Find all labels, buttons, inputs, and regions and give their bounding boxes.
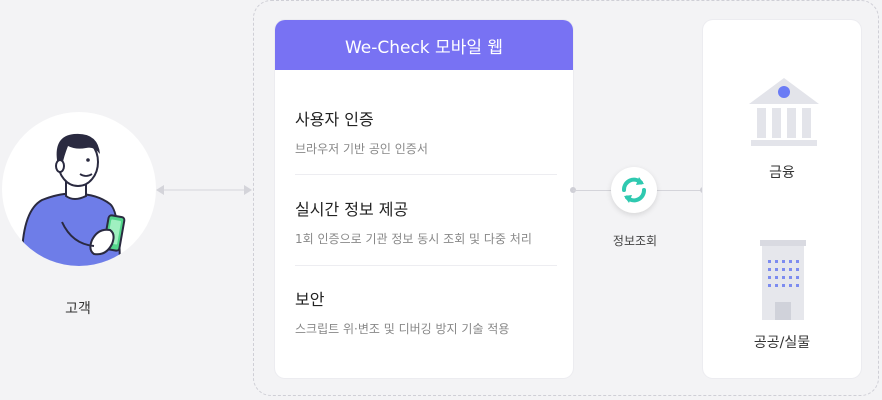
feature-title: 실시간 정보 제공 xyxy=(295,200,409,219)
divider xyxy=(295,265,557,266)
feature-title: 사용자 인증 xyxy=(295,110,374,129)
customer-avatar xyxy=(2,112,156,266)
mobile-web-card: We-Check 모바일 웹 사용자 인증 브라우저 기반 공인 인증서 실시간… xyxy=(275,20,573,378)
person-with-phone-icon xyxy=(20,133,126,266)
feature-desc: 스크립트 위·변조 및 디버깅 방지 기술 적용 xyxy=(295,322,510,336)
institution-finance-label: 금융 xyxy=(769,165,795,181)
feature-desc: 1회 인증으로 기관 정보 동시 조회 및 다중 처리 xyxy=(295,232,532,246)
bidirectional-arrow-icon xyxy=(156,185,252,195)
feature-user-auth: 사용자 인증 브라우저 기반 공인 인증서 xyxy=(295,106,557,157)
refresh-icon xyxy=(622,177,646,203)
feature-desc: 브라우저 기반 공인 인증서 xyxy=(295,142,428,156)
customer-label: 고객 xyxy=(65,301,91,317)
mobile-web-title: We-Check 모바일 웹 xyxy=(275,20,573,70)
feature-realtime-info: 실시간 정보 제공 1회 인증으로 기관 정보 동시 조회 및 다중 처리 xyxy=(295,196,557,247)
feature-security: 보안 스크립트 위·변조 및 디버깅 방지 기술 적용 xyxy=(295,286,557,337)
institution-public-label: 공공/실물 xyxy=(753,335,811,351)
connector-line xyxy=(573,190,611,191)
institutions-card: 금융 공공/실물 xyxy=(703,20,861,378)
divider xyxy=(295,174,557,175)
sync-node xyxy=(611,167,657,213)
connector-line xyxy=(657,190,703,191)
building-icon xyxy=(760,240,806,320)
bank-icon xyxy=(749,78,819,146)
feature-title: 보안 xyxy=(295,290,325,309)
sync-label: 정보조회 xyxy=(612,234,658,248)
